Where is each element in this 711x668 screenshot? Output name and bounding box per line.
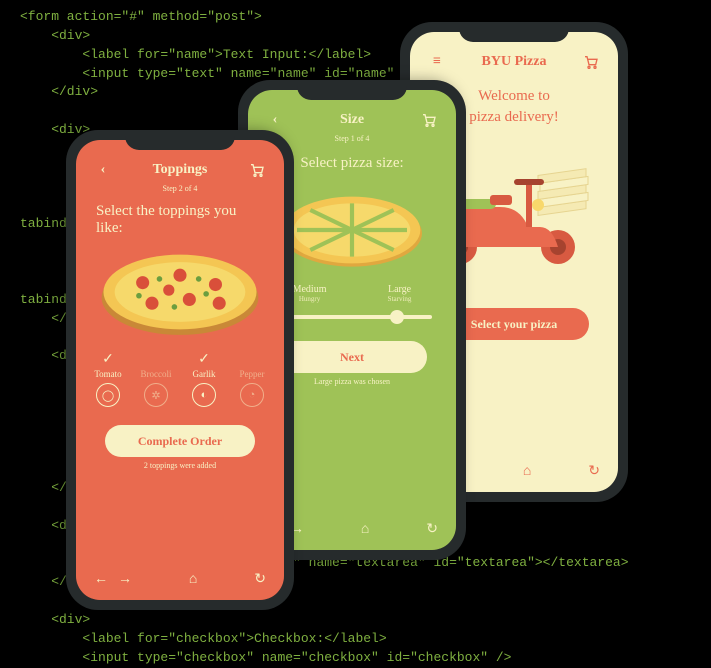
screen-title: Size [340,112,364,128]
refresh-icon[interactable]: ↻ [588,463,600,480]
tomato-icon: ◯ [96,383,120,407]
check-icon [228,351,276,369]
cart-icon[interactable] [246,162,268,178]
screen-title: Toppings [153,162,208,178]
toppings-list: ✓ Tomato ◯ Broccoli ✲ ✓ Garlik ◐ Pepper … [84,351,276,411]
back-icon[interactable]: ← [94,572,108,588]
phone-notch [125,130,235,150]
check-icon: ✓ [84,351,132,369]
phone-notch [459,22,569,42]
size-large[interactable]: LargeStarving [388,284,412,303]
phone-notch [297,80,407,100]
pizza-toppings-illustration [76,243,284,341]
phone-toppings: ‹ Toppings Step 2 of 4 Select the toppin… [66,130,294,610]
home-icon[interactable]: ⌂ [361,522,369,538]
step-indicator: Step 2 of 4 [76,184,284,193]
cart-icon[interactable] [418,112,440,128]
garlik-icon: ◐ [192,383,216,407]
size-slider[interactable] [272,315,432,319]
home-icon[interactable]: ⌂ [189,572,197,588]
toppings-heading: Select the toppings you like: [96,203,264,237]
topping-garlik[interactable]: ✓ Garlik ◐ [180,351,228,411]
cart-icon[interactable] [580,54,602,70]
toppings-status: 2 toppings were added [76,461,284,470]
pepper-icon: ◔ [240,383,264,407]
menu-icon[interactable]: ≡ [426,54,448,70]
home-icon[interactable]: ⌂ [523,464,531,480]
back-chevron-icon[interactable]: ‹ [92,162,114,178]
check-icon [132,351,180,369]
topping-tomato[interactable]: ✓ Tomato ◯ [84,351,132,411]
complete-order-button[interactable]: Complete Order [105,425,255,457]
slider-knob[interactable] [390,310,404,324]
broccoli-icon: ✲ [144,383,168,407]
size-medium[interactable]: MediumHungry [293,284,327,303]
topping-broccoli[interactable]: Broccoli ✲ [132,351,180,411]
forward-icon[interactable]: → [118,572,132,588]
refresh-icon[interactable]: ↻ [426,521,438,538]
refresh-icon[interactable]: ↻ [254,571,266,588]
topping-pepper[interactable]: Pepper ◔ [228,351,276,411]
app-title: BYU Pizza [482,54,547,70]
back-chevron-icon[interactable]: ‹ [264,112,286,128]
next-button[interactable]: Next [277,341,427,373]
check-icon: ✓ [180,351,228,369]
